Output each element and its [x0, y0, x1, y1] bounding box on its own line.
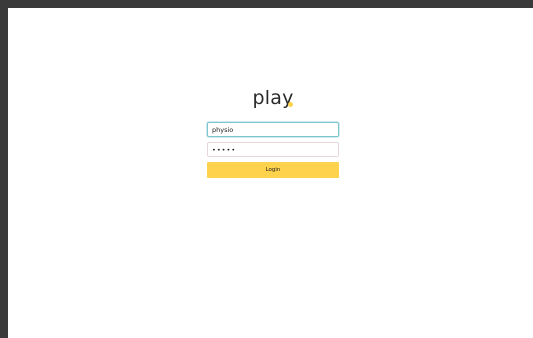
- brand-logo: play: [207, 83, 339, 113]
- login-button[interactable]: Login: [207, 162, 339, 178]
- password-input[interactable]: [207, 142, 339, 157]
- app-window: play Login: [8, 8, 533, 338]
- login-panel: play Login: [207, 83, 339, 178]
- username-input[interactable]: [207, 122, 339, 137]
- dot-icon: [288, 102, 293, 107]
